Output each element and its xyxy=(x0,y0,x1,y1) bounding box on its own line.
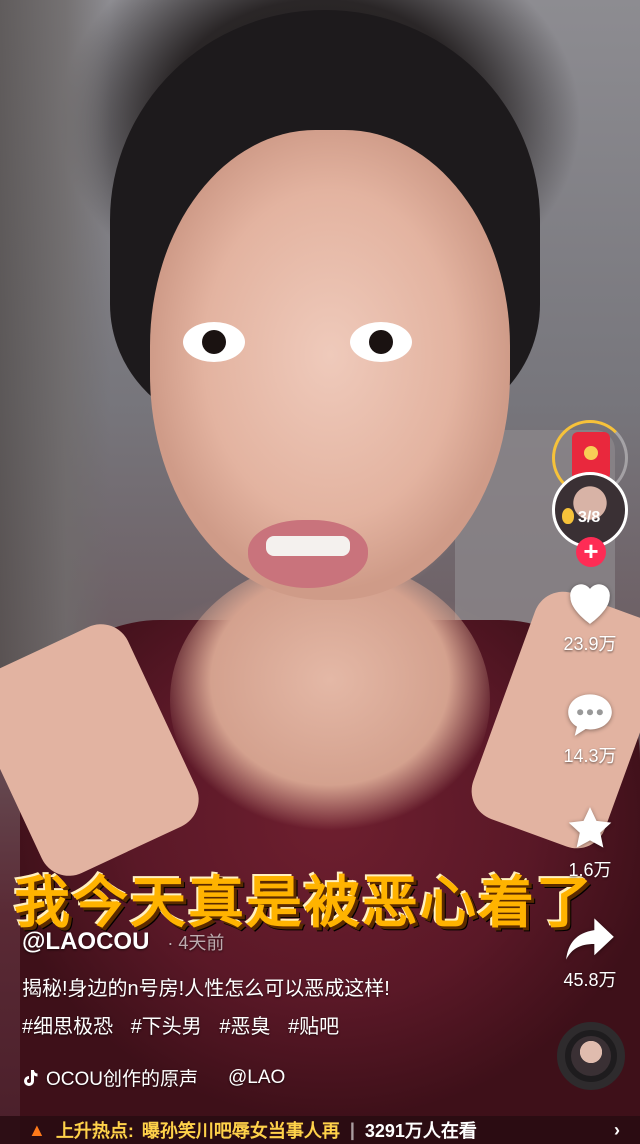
post-time: · 4天前 xyxy=(167,933,225,953)
share-icon xyxy=(566,918,614,960)
post-description[interactable]: 揭秘!身边的n号房!人性怎么可以恶成这样! xyxy=(22,972,390,1001)
music-title: OCOU创作的原声 xyxy=(46,1069,199,1090)
divider: | xyxy=(349,1119,355,1140)
star-icon xyxy=(568,807,612,848)
favorite-button[interactable]: 1.6万 xyxy=(540,804,640,882)
trending-viewers: 3291万人在看 xyxy=(364,1121,477,1141)
follow-button[interactable]: + xyxy=(576,537,606,567)
trending-topic: 曝孙笑川吧辱女当事人再 xyxy=(141,1121,340,1141)
music-author: @LAO xyxy=(228,1066,286,1088)
redpack-progress: 3/8 xyxy=(562,508,600,527)
tag-link[interactable]: #恶臭 xyxy=(219,1016,270,1038)
trending-label: 上升热点: xyxy=(55,1121,134,1141)
author-name[interactable]: @LAOCOU xyxy=(22,928,149,955)
flame-icon: ▲ xyxy=(28,1119,46,1140)
heart-icon xyxy=(570,584,610,624)
red-envelope-widget[interactable]: 3/8 + xyxy=(552,420,632,580)
tag-link[interactable]: #细思极恐 xyxy=(22,1016,113,1038)
comment-count: 14.3万 xyxy=(563,746,617,766)
chevron-right-icon: › xyxy=(614,1119,620,1140)
gold-egg-icon xyxy=(562,508,574,524)
tag-link[interactable]: #下头男 xyxy=(131,1016,202,1038)
share-count: 45.8万 xyxy=(563,970,617,990)
video-caption: 我今天真是被恶心着了 xyxy=(14,871,594,936)
trending-bar[interactable]: ▲ 上升热点: 曝孙笑川吧辱女当事人再 | 3291万人在看 › xyxy=(0,1116,640,1144)
like-button[interactable]: 23.9万 xyxy=(540,578,640,656)
music-disc[interactable] xyxy=(557,1022,625,1090)
music-marquee[interactable]: OCOU创作的原声 @LAO xyxy=(22,1064,285,1091)
post-tags: #细思极恐 #下头男 #恶臭 #贴吧 xyxy=(22,1010,351,1039)
video-overlay: 我今天真是被恶心着了 3/8 + 23.9万 14.3万 1.6万 45.8万 xyxy=(0,0,640,1144)
tag-link[interactable]: #贴吧 xyxy=(288,1016,339,1038)
comment-button[interactable]: 14.3万 xyxy=(540,690,640,768)
share-button[interactable]: 45.8万 xyxy=(540,916,640,992)
comment-icon xyxy=(568,694,612,736)
favorite-count: 1.6万 xyxy=(568,860,612,880)
music-note-icon xyxy=(24,1069,38,1086)
post-author-line: @LAOCOU · 4天前 xyxy=(22,928,224,956)
like-count: 23.9万 xyxy=(563,634,617,654)
